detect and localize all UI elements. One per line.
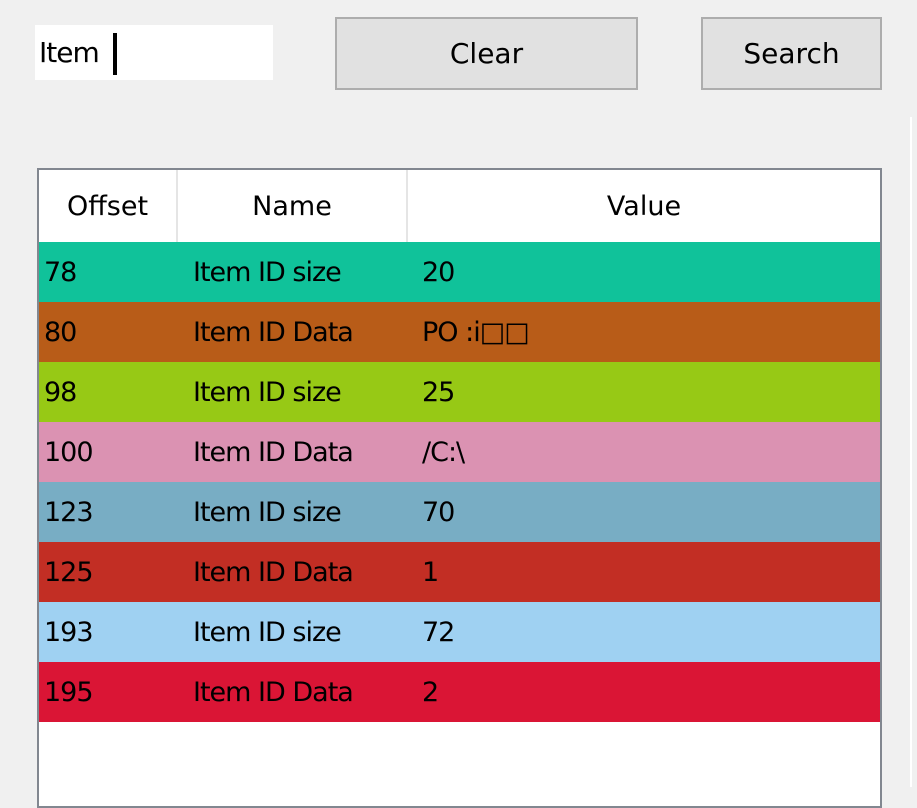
cell-name: Item ID Data <box>193 316 354 348</box>
list-header: Offset Name Value <box>39 170 880 242</box>
cell-offset: 125 <box>44 556 94 588</box>
cell-value: /C:\ <box>422 436 465 468</box>
cell-offset: 123 <box>44 496 94 528</box>
cell-offset: 193 <box>44 616 94 648</box>
table-row[interactable]: 78 Item ID size 20 <box>39 242 880 302</box>
cell-name: Item ID Data <box>193 436 354 468</box>
cell-name: Item ID size <box>193 256 342 288</box>
search-input[interactable] <box>35 25 273 80</box>
column-header-name[interactable]: Name <box>178 170 408 242</box>
table-row[interactable]: 80 Item ID Data PO :i□□ <box>39 302 880 362</box>
table-row[interactable]: 123 Item ID size 70 <box>39 482 880 542</box>
cell-value: PO :i□□ <box>422 316 530 348</box>
cell-name: Item ID Data <box>193 676 354 708</box>
cell-offset: 80 <box>44 316 77 348</box>
cell-name: Item ID size <box>193 496 342 528</box>
cell-value: 72 <box>422 616 455 648</box>
text-caret <box>113 33 117 75</box>
table-row[interactable]: 100 Item ID Data /C:\ <box>39 422 880 482</box>
table-row[interactable]: 193 Item ID size 72 <box>39 602 880 662</box>
results-list[interactable]: Offset Name Value 78 Item ID size 20 80 … <box>37 168 882 808</box>
cell-value: 1 <box>422 556 439 588</box>
cell-offset: 195 <box>44 676 94 708</box>
cell-value: 70 <box>422 496 455 528</box>
clear-button[interactable]: Clear <box>335 17 638 90</box>
column-header-offset[interactable]: Offset <box>39 170 178 242</box>
cell-offset: 98 <box>44 376 77 408</box>
search-button[interactable]: Search <box>701 17 882 90</box>
cell-offset: 100 <box>44 436 94 468</box>
cell-name: Item ID size <box>193 616 342 648</box>
table-row[interactable]: 195 Item ID Data 2 <box>39 662 880 722</box>
cell-value: 20 <box>422 256 455 288</box>
table-row[interactable]: 98 Item ID size 25 <box>39 362 880 422</box>
column-header-value[interactable]: Value <box>408 170 880 242</box>
cell-name: Item ID size <box>193 376 342 408</box>
cell-offset: 78 <box>44 256 77 288</box>
table-row[interactable]: 125 Item ID Data 1 <box>39 542 880 602</box>
cell-value: 2 <box>422 676 439 708</box>
panel-edge <box>910 117 912 787</box>
cell-name: Item ID Data <box>193 556 354 588</box>
cell-value: 25 <box>422 376 455 408</box>
